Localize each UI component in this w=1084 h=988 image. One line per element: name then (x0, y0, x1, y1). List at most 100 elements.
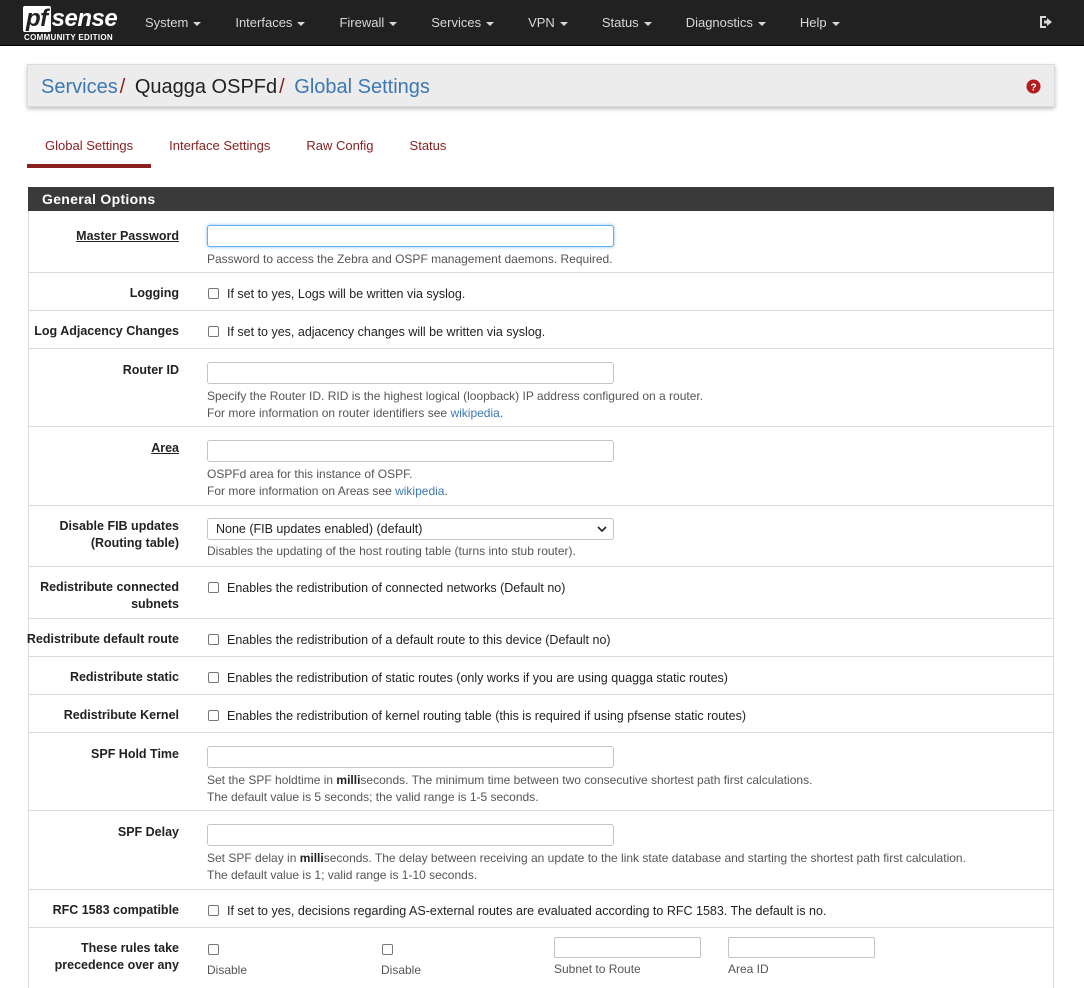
caret-down-icon (559, 21, 568, 26)
area-id-input[interactable] (728, 937, 875, 958)
spf-delay-label: SPF Delay (117, 825, 179, 839)
nav-firewall-label: Firewall (339, 15, 385, 30)
nav-diagnostics[interactable]: Diagnostics (669, 0, 783, 46)
nav-diagnostics-label: Diagnostics (685, 15, 753, 30)
spf-delay-help-pre: Set SPF delay in (207, 851, 300, 865)
spf-hold-field: Set the SPF holdtime in milliseconds. Th… (207, 746, 1037, 806)
spf-delay-input[interactable] (207, 824, 614, 846)
precedence-col-disable-2: Disable (381, 944, 421, 977)
spf-delay-help-line2: The default value is 1; valid range is 1… (207, 868, 478, 882)
redist-connected-label: Redistribute connected subnets (19, 579, 179, 613)
general-options-panel: General Options Master Password Password… (27, 187, 1054, 988)
logging-text: If set to yes, Logs will be written via … (227, 286, 466, 301)
log-adjacency-text: If set to yes, adjacency changes will be… (227, 324, 546, 339)
nav-status-label: Status (601, 15, 639, 30)
redist-default-text: Enables the redistribution of a default … (227, 632, 611, 647)
router-id-wikipedia-link[interactable]: wikipedia (450, 406, 499, 420)
area-label: Area (151, 441, 179, 455)
precedence-disable-checkbox-1[interactable] (208, 944, 219, 955)
area-wikipedia-link[interactable]: wikipedia (395, 484, 444, 498)
breadcrumb: Services / Quagga OSPFd / Global Settings (41, 75, 430, 99)
row-disable-fib: Disable FIB updates (Routing table) None… (28, 506, 1054, 567)
nav-services[interactable]: Services (414, 0, 511, 46)
redist-static-text: Enables the redistribution of static rou… (227, 670, 728, 685)
tab-status[interactable]: Status (392, 131, 465, 168)
disable-fib-label-line1: Disable FIB updates (59, 519, 179, 533)
breadcrumb-global-settings[interactable]: Global Settings (294, 76, 430, 98)
master-password-input[interactable] (207, 225, 614, 247)
caret-down-icon (757, 21, 766, 26)
nav-vpn[interactable]: VPN (511, 0, 585, 46)
spf-hold-help-post: seconds. The minimum time between two co… (360, 773, 813, 787)
logo-wordmark: pf sense (23, 6, 119, 32)
redist-connected-checkbox[interactable] (208, 582, 219, 593)
subnet-to-route-input[interactable] (554, 937, 701, 958)
area-help-line2: For more information on Areas see wikipe… (207, 483, 1037, 500)
area-input[interactable] (207, 440, 614, 462)
nav-interfaces[interactable]: Interfaces (218, 0, 322, 46)
rfc1583-text: If set to yes, decisions regarding AS-ex… (227, 903, 827, 918)
rfc1583-field: If set to yes, decisions regarding AS-ex… (207, 902, 1037, 919)
rfc1583-label: RFC 1583 compatible (52, 903, 179, 917)
logo-sense: sense (51, 5, 118, 32)
tab-bar: Global Settings Interface Settings Raw C… (27, 131, 464, 168)
spf-hold-help-line2: The default value is 5 seconds; the vali… (207, 790, 539, 804)
sign-out-icon[interactable] (1038, 14, 1054, 30)
spf-hold-input[interactable] (207, 746, 614, 768)
area-help-suffix: . (444, 484, 448, 498)
redist-connected-text: Enables the redistribution of connected … (227, 580, 566, 595)
row-spf-hold-time: SPF Hold Time Set the SPF holdtime in mi… (28, 733, 1054, 811)
row-precedence: These rules take precedence over any Dis… (28, 928, 1054, 988)
breadcrumb-services[interactable]: Services (41, 76, 118, 98)
area-help-line1: OSPFd area for this instance of OSPF. (207, 467, 413, 481)
nav-system[interactable]: System (128, 0, 218, 46)
nav-status[interactable]: Status (585, 0, 669, 46)
redist-kernel-checkbox[interactable] (208, 710, 219, 721)
router-id-help-suffix: . (499, 406, 504, 420)
nav-interfaces-label: Interfaces (235, 15, 293, 30)
caret-down-icon (643, 21, 652, 26)
disable-fib-field: None (FIB updates enabled) (default) Dis… (207, 518, 1037, 560)
spf-delay-help-bold: milli (299, 851, 324, 865)
precedence-col2-label: Disable (381, 963, 422, 977)
question-circle-icon[interactable]: ? (1026, 79, 1041, 94)
precedence-label-line2: precedence over any (54, 958, 179, 972)
precedence-disable-checkbox-2[interactable] (382, 944, 393, 955)
log-adjacency-checkbox[interactable] (208, 326, 219, 337)
svg-text:?: ? (1030, 82, 1036, 93)
router-id-input[interactable] (207, 362, 614, 384)
nav-menu: System Interfaces Firewall Services VPN … (128, 0, 857, 46)
pfsense-logo[interactable]: pf sense COMMUNITY EDITION (23, 6, 123, 42)
nav-services-label: Services (431, 15, 482, 30)
logging-field: If set to yes, Logs will be written via … (207, 285, 1037, 302)
nav-firewall[interactable]: Firewall (322, 0, 414, 46)
redist-connected-field: Enables the redistribution of connected … (207, 579, 1037, 596)
row-redistribute-kernel: Redistribute Kernel Enables the redistri… (28, 695, 1054, 733)
row-rfc1583: RFC 1583 compatible If set to yes, decis… (28, 890, 1054, 928)
disable-fib-select[interactable]: None (FIB updates enabled) (default) (207, 518, 614, 540)
nav-help[interactable]: Help (783, 0, 857, 46)
section-title: General Options (28, 187, 1054, 211)
router-id-help-line1: Specify the Router ID. RID is the highes… (207, 389, 704, 403)
precedence-col3-label: Subnet to Route (554, 962, 641, 976)
router-id-help-prefix: For more information on router identifie… (207, 406, 451, 420)
redist-default-field: Enables the redistribution of a default … (207, 631, 1037, 648)
rfc1583-checkbox[interactable] (208, 905, 219, 916)
tab-interface-settings[interactable]: Interface Settings (151, 131, 288, 168)
row-spf-delay: SPF Delay Set SPF delay in milliseconds.… (28, 811, 1054, 890)
redist-static-label: Redistribute static (69, 670, 179, 684)
row-logging: Logging If set to yes, Logs will be writ… (28, 273, 1054, 311)
router-id-help: Specify the Router ID. RID is the highes… (207, 388, 1037, 422)
logging-checkbox[interactable] (208, 288, 219, 299)
breadcrumb-panel: Services / Quagga OSPFd / Global Settings … (27, 64, 1055, 107)
precedence-col-disable-1: Disable (207, 944, 247, 977)
redist-static-checkbox[interactable] (208, 672, 219, 683)
redist-default-checkbox[interactable] (208, 634, 219, 645)
tab-global-settings[interactable]: Global Settings (27, 131, 152, 168)
precedence-col1-label: Disable (207, 963, 248, 977)
log-adjacency-field: If set to yes, adjacency changes will be… (207, 323, 1037, 340)
tab-raw-config[interactable]: Raw Config (288, 131, 391, 168)
chevron-down-icon (597, 526, 607, 533)
row-master-password: Master Password Password to access the Z… (28, 211, 1054, 273)
disable-fib-label-line2: (Routing table) (90, 536, 179, 550)
